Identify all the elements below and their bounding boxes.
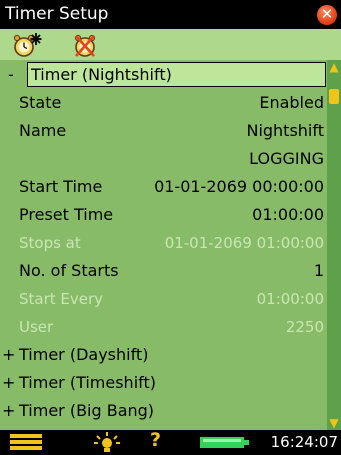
field-value[interactable]: Enabled — [259, 89, 324, 117]
field-value[interactable]: Nightshift — [246, 117, 324, 145]
field-mode[interactable]: LOGGING — [0, 145, 327, 173]
field-label: Start Time — [19, 177, 103, 196]
field-label: State — [19, 93, 62, 112]
field-user: User 2250 — [0, 313, 327, 341]
timer-item-label: Timer (Dayshift) — [19, 345, 149, 364]
field-name[interactable]: Name Nightshift — [0, 117, 327, 145]
field-preset-time[interactable]: Preset Time 01:00:00 — [0, 201, 327, 229]
close-icon: ✕ — [320, 5, 334, 23]
field-no-of-starts[interactable]: No. of Starts 1 — [0, 257, 327, 285]
battery-icon — [200, 437, 249, 448]
menu-icon[interactable] — [10, 434, 42, 451]
field-value: 01:00:00 — [256, 290, 324, 308]
clock-time: 16:24:07 — [270, 433, 338, 451]
scroll-down-icon[interactable]: ▼ — [327, 416, 341, 430]
timer-item-label: Timer (Timeshift) — [19, 373, 157, 392]
collapse-toggle[interactable]: - — [8, 60, 14, 89]
field-label: Stops at — [19, 234, 81, 252]
help-icon[interactable]: ? — [150, 429, 161, 451]
title-bar: Timer Setup ✕ — [0, 0, 341, 29]
field-label: Name — [19, 121, 67, 140]
close-button[interactable]: ✕ — [317, 5, 337, 25]
field-value[interactable]: 01:00:00 — [252, 201, 324, 229]
field-label: Preset Time — [19, 205, 114, 224]
expand-toggle[interactable]: + — [2, 397, 15, 425]
field-start-every: Start Every 01:00:00 — [0, 285, 327, 313]
scroll-up-icon[interactable]: ▲ — [327, 60, 341, 74]
timer-header-nightshift[interactable]: - Timer (Nightshift) — [0, 60, 327, 89]
field-label: User — [19, 318, 54, 336]
field-value: 2250 — [285, 318, 324, 336]
field-value: 01-01-2069 01:00:00 — [164, 234, 324, 252]
status-bar: ? 16:24:07 — [0, 429, 341, 455]
field-start-time[interactable]: Start Time 01-01-2069 00:00:00 — [0, 173, 327, 201]
field-value[interactable]: LOGGING — [249, 145, 324, 173]
alarm-clock-start-icon[interactable] — [12, 32, 42, 58]
timer-list: - Timer (Nightshift) State Enabled Name … — [0, 60, 327, 430]
timer-item-big-bang[interactable]: + Timer (Big Bang) — [0, 397, 327, 425]
vertical-scrollbar[interactable]: ▲ ▼ — [327, 60, 341, 430]
scroll-thumb[interactable] — [329, 89, 339, 104]
field-label: No. of Starts — [19, 261, 119, 280]
timer-item-timeshift[interactable]: + Timer (Timeshift) — [0, 369, 327, 397]
field-label: Start Every — [19, 290, 104, 308]
backlight-icon[interactable] — [93, 431, 121, 454]
window-title: Timer Setup — [5, 4, 109, 24]
expand-toggle[interactable]: + — [2, 369, 15, 397]
timer-name-selected[interactable]: Timer (Nightshift) — [27, 62, 326, 87]
field-state[interactable]: State Enabled — [0, 89, 327, 117]
field-stops-at: Stops at 01-01-2069 01:00:00 — [0, 229, 327, 257]
toolbar — [0, 29, 341, 60]
expand-toggle[interactable]: + — [2, 341, 15, 369]
timer-item-label: Timer (Big Bang) — [19, 401, 155, 420]
alarm-clock-stop-icon[interactable] — [72, 32, 102, 58]
field-value[interactable]: 01-01-2069 00:00:00 — [154, 173, 324, 201]
timer-item-dayshift[interactable]: + Timer (Dayshift) — [0, 341, 327, 369]
field-value[interactable]: 1 — [314, 257, 324, 285]
